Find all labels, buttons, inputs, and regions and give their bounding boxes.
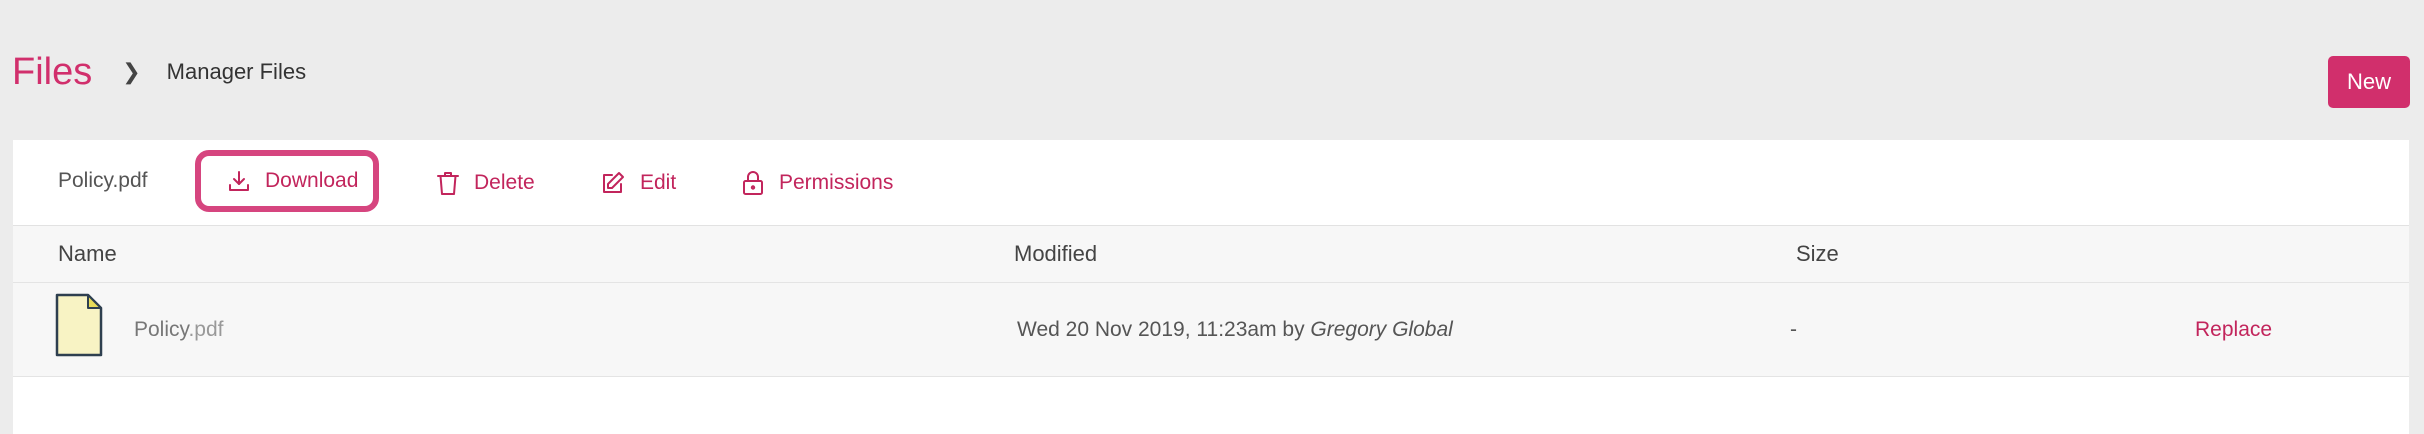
permissions-label: Permissions	[779, 170, 894, 194]
pdf-file-icon	[55, 293, 103, 357]
permissions-button[interactable]: Permissions	[741, 140, 893, 225]
column-header-modified[interactable]: Modified	[1014, 226, 1097, 282]
lock-icon	[743, 170, 763, 195]
breadcrumb-separator-icon: ❯	[122, 59, 141, 84]
delete-button[interactable]: Delete	[436, 140, 535, 225]
table-row[interactable]: Policy.pdf Wed 20 Nov 2019, 11:23am by G…	[13, 283, 2409, 377]
file-size: -	[1790, 318, 1797, 341]
edit-icon	[603, 171, 624, 193]
breadcrumb: Files ❯ Manager Files	[12, 48, 306, 96]
breadcrumb-current: Manager Files	[166, 59, 307, 84]
selected-file-name: Policy.pdf	[58, 169, 148, 192]
new-button[interactable]: New	[2328, 56, 2410, 108]
file-name-base: Policy	[134, 318, 189, 341]
file-name-extension: .pdf	[188, 318, 224, 341]
breadcrumb-files-link[interactable]: Files	[12, 48, 92, 96]
modified-by-user: Gregory Global	[1310, 318, 1453, 341]
modified-date: Wed 20 Nov 2019, 11:23am by	[1017, 318, 1311, 341]
download-button[interactable]: Download	[195, 150, 379, 212]
edit-label: Edit	[640, 170, 677, 194]
trash-icon	[437, 171, 459, 195]
edit-button[interactable]: Edit	[600, 140, 676, 225]
download-label: Download	[265, 169, 359, 192]
delete-label: Delete	[474, 170, 535, 194]
file-name[interactable]: Policy.pdf	[134, 283, 224, 376]
column-header-name[interactable]: Name	[58, 226, 117, 282]
page-header: Files ❯ Manager Files New	[0, 0, 2424, 140]
table-header: Name Modified Size	[13, 226, 2409, 283]
column-header-size[interactable]: Size	[1796, 226, 1839, 282]
file-toolbar: Policy.pdf Download Delete Edit Permissi…	[13, 140, 2409, 226]
file-modified: Wed 20 Nov 2019, 11:23am by Gregory Glob…	[1017, 283, 1453, 376]
replace-link[interactable]: Replace	[2195, 283, 2272, 376]
files-panel: Policy.pdf Download Delete Edit Permissi…	[13, 140, 2409, 434]
download-icon	[229, 171, 249, 191]
